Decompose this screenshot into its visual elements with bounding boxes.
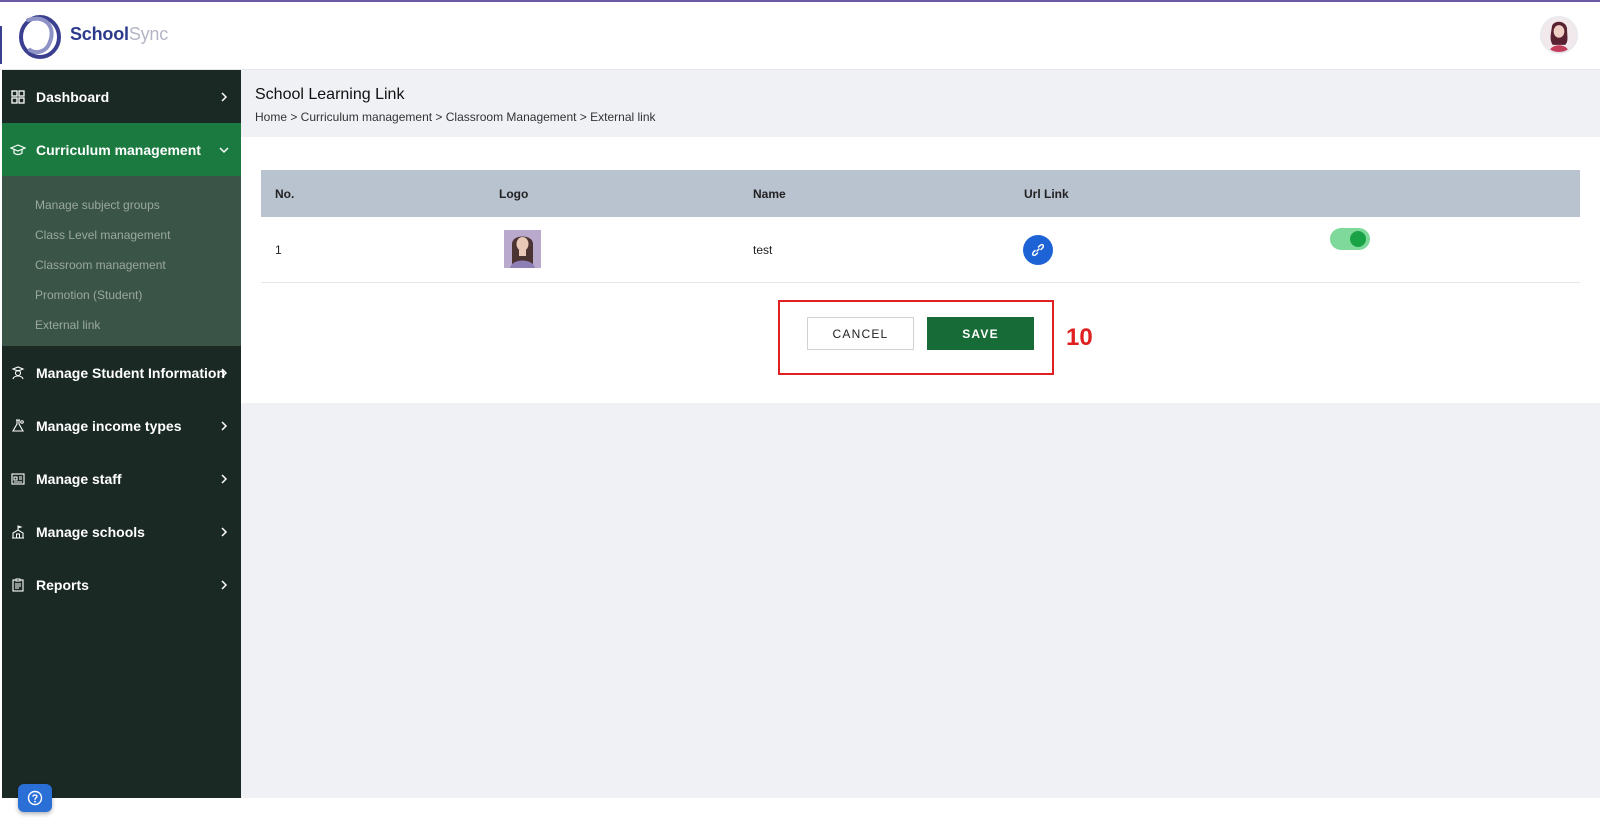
brand-part-sync: Sync <box>128 24 169 44</box>
clipboard-icon <box>10 577 26 593</box>
table-row: 1 test <box>261 217 1580 283</box>
annotation-step-number: 10 <box>1066 324 1093 351</box>
status-toggle[interactable] <box>1330 228 1370 250</box>
sidebar-item-label: Manage staff <box>36 470 122 487</box>
page-header: School Learning Link Home > Curriculum m… <box>241 70 1600 137</box>
row-logo-image <box>504 230 541 268</box>
help-button[interactable] <box>18 784 52 812</box>
sidebar-item-manage-income-types[interactable]: Manage income types <box>2 399 241 452</box>
sidebar-item-dashboard[interactable]: Dashboard <box>2 70 241 123</box>
submenu-item-manage-subject-groups[interactable]: Manage subject groups <box>2 190 241 220</box>
header-left-accent <box>0 26 2 64</box>
sidebar-item-label: Curriculum management <box>36 141 201 158</box>
column-header-name: Name <box>753 187 786 201</box>
sidebar-item-label: Reports <box>36 576 89 593</box>
curriculum-submenu: Manage subject groups Class Level manage… <box>2 176 241 346</box>
chevron-right-icon <box>221 473 228 484</box>
user-avatar[interactable] <box>1540 16 1578 54</box>
submenu-item-class-level-management[interactable]: Class Level management <box>2 220 241 250</box>
chevron-right-icon <box>221 579 228 590</box>
toggle-knob <box>1350 231 1366 247</box>
app-header: SchoolSync <box>0 2 1600 70</box>
sidebar-item-label: Manage Student Information <box>36 364 225 381</box>
student-icon <box>10 365 26 381</box>
save-button[interactable]: SAVE <box>927 317 1034 350</box>
brand-name: SchoolSync <box>70 24 168 45</box>
flask-icon <box>10 418 26 434</box>
submenu-item-promotion-student[interactable]: Promotion (Student) <box>2 280 241 310</box>
grid-icon <box>10 89 26 105</box>
submenu-item-external-link[interactable]: External link <box>2 310 241 340</box>
sidebar-item-label: Dashboard <box>36 88 110 105</box>
chevron-right-icon <box>221 367 228 378</box>
schoolsync-logo <box>19 15 61 59</box>
sidebar-item-manage-staff[interactable]: Manage staff <box>2 452 241 505</box>
row-name: test <box>753 243 773 257</box>
sidebar-item-label: Manage schools <box>36 523 145 540</box>
sidebar-item-manage-student-information[interactable]: Manage Student Information <box>2 346 241 399</box>
graduation-cap-icon <box>10 142 26 158</box>
page-title: School Learning Link <box>255 86 405 103</box>
column-header-logo: Logo <box>499 187 529 201</box>
user-avatar-image <box>1542 18 1576 52</box>
sidebar: Dashboard Curriculum management Manage s… <box>2 70 241 798</box>
breadcrumb: Home > Curriculum management > Classroom… <box>255 110 656 124</box>
chevron-right-icon <box>221 420 228 431</box>
sidebar-item-reports[interactable]: Reports <box>2 558 241 611</box>
chevron-down-icon <box>219 146 229 153</box>
link-icon <box>1031 243 1045 257</box>
school-icon <box>10 524 26 540</box>
table-header: No. Logo Name Url Link <box>261 170 1580 217</box>
id-card-icon <box>10 471 26 487</box>
question-circle-icon <box>27 790 43 806</box>
cancel-button[interactable]: CANCEL <box>807 317 914 350</box>
column-header-no: No. <box>275 187 295 201</box>
column-header-url-link: Url Link <box>1024 187 1069 201</box>
sidebar-item-manage-schools[interactable]: Manage schools <box>2 505 241 558</box>
sidebar-item-label: Manage income types <box>36 417 182 434</box>
chevron-right-icon <box>221 526 228 537</box>
brand-part-school: School <box>70 24 129 44</box>
row-number: 1 <box>275 243 282 257</box>
submenu-item-classroom-management[interactable]: Classroom management <box>2 250 241 280</box>
url-link-button[interactable] <box>1023 235 1053 265</box>
chevron-right-icon <box>221 91 228 102</box>
sidebar-item-curriculum-management[interactable]: Curriculum management <box>2 123 241 176</box>
